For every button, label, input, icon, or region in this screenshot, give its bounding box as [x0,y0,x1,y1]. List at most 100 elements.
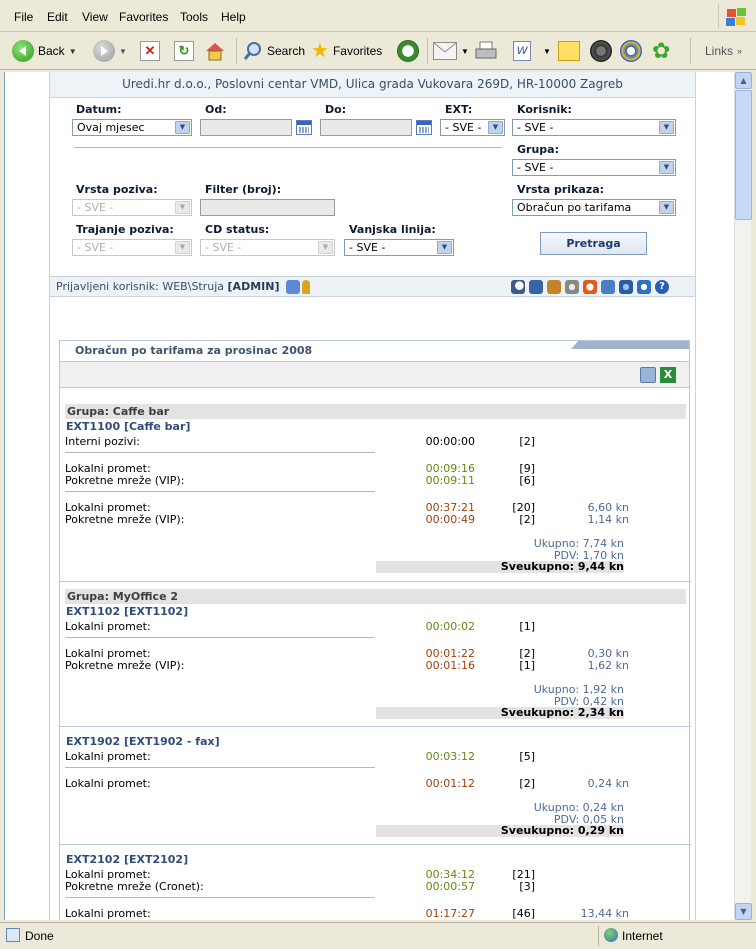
group-header: Grupa: MyOffice 2 [65,589,686,604]
gear-icon[interactable] [565,280,579,294]
datum-select[interactable]: Ovaj mjesec ▼ [72,119,192,136]
search-button[interactable]: Search [243,38,305,64]
chevron-down-icon: ▼ [175,201,190,214]
report-header: Obračun po tarifama za prosinac 2008 [60,341,689,362]
scroll-down-button[interactable]: ▼ [735,903,752,920]
company-header: Uredi.hr d.o.o., Poslovni centar VMD, Ul… [50,72,695,98]
grupa-select[interactable]: - SVE - ▼ [512,159,676,176]
scroll-up-button[interactable]: ▲ [735,72,752,89]
ext-divider [60,844,691,845]
clock-icon[interactable] [583,280,597,294]
calendar-icon[interactable] [296,120,312,135]
switch-user-icon[interactable] [286,280,300,294]
history-button[interactable] [397,38,419,64]
filter-broj-label: Filter (broj): [205,183,282,196]
do-date-input[interactable] [320,119,412,136]
back-label: Back [38,44,65,58]
korisnik-value: - SVE - [517,121,554,134]
home-button[interactable] [204,38,226,64]
help-icon[interactable]: ? [655,280,669,294]
datum-value: Ovaj mjesec [77,121,145,134]
vertical-scrollbar[interactable]: ▲ ▼ [734,72,752,920]
call-row: Lokalni promet: 00:01:12 [2] 0,24 kn [65,777,629,790]
trajanje-select[interactable]: - SVE - ▼ [72,239,192,256]
call-row: Interni pozivi: 00:00:00 [2] [65,435,535,448]
od-date-input[interactable] [200,119,292,136]
search-icon[interactable] [511,280,525,294]
search-icon [243,41,263,61]
mail-icon [433,42,457,60]
word-icon: W [513,41,531,61]
korisnik-select[interactable]: - SVE - ▼ [512,119,676,136]
chevron-down-icon: ▼ [461,46,469,56]
vanjska-linija-label: Vanjska linija: [349,223,436,236]
browser-toolbar: Back ▼ ▼ ✕ ↻ Search ★ Favorites ▼ W ▼ ✿ L… [0,32,756,70]
row-divider [65,637,375,638]
pretraga-button[interactable]: Pretraga [540,232,647,255]
chevron-down-icon: ▼ [488,121,503,134]
star-icon: ★ [311,40,329,62]
filter-broj-input[interactable] [200,199,335,216]
menu-tools[interactable]: Tools [180,10,208,24]
print-button[interactable] [475,38,497,64]
call-row: Lokalni promet: 00:00:02 [1] [65,620,535,633]
stop-button[interactable]: ✕ [140,38,160,64]
ext-select[interactable]: - SVE - ▼ [440,119,505,136]
call-row: Lokalni promet: 00:03:12 [5] [65,750,535,763]
vrsta-poziva-value: - SVE - [77,201,114,214]
vrsta-poziva-select[interactable]: - SVE - ▼ [72,199,192,216]
report-title: Obračun po tarifama za prosinac 2008 [75,344,313,357]
calendar-icon[interactable] [416,120,432,135]
messenger-button[interactable] [590,38,612,64]
zone-text: Internet [622,929,663,943]
internet-zone-icon [604,928,618,942]
row-divider [65,452,375,453]
users-icon[interactable] [547,280,561,294]
edit-button[interactable]: W ▼ [513,38,551,64]
book-icon[interactable] [529,280,543,294]
back-button[interactable]: Back ▼ [12,38,77,64]
chevron-down-icon: ▼ [659,201,674,214]
call-row: Pokretne mreže (VIP): 00:09:11 [6] [65,474,535,487]
refresh-button[interactable]: ↻ [174,38,194,64]
forward-button[interactable]: ▼ [93,38,127,64]
icq-button[interactable]: ✿ [652,38,670,64]
discuss-button[interactable] [558,38,580,64]
key-icon[interactable] [302,280,310,294]
windows-logo-icon [718,4,748,28]
menu-edit[interactable]: Edit [47,10,68,24]
menu-help[interactable]: Help [221,10,246,24]
page-done-icon [6,928,20,942]
vrsta-prikaza-select[interactable]: Obračun po tarifama ▼ [512,199,676,216]
call-row: Lokalni promet: 01:17:27 [46] 13,44 kn [65,907,629,920]
cd-status-select[interactable]: - SVE - ▼ [200,239,335,256]
disk-icon[interactable] [619,280,633,294]
chevron-down-icon: ▼ [318,241,333,254]
mail-button[interactable]: ▼ [433,38,469,64]
favorites-button[interactable]: ★ Favorites [311,38,382,64]
trajanje-value: - SVE - [77,241,114,254]
chevron-right-icon: » [737,46,743,56]
windows-icon[interactable] [601,280,615,294]
vanjska-linija-select[interactable]: - SVE - ▼ [344,239,454,256]
report-toolbar: X [60,362,689,388]
scroll-thumb[interactable] [735,90,752,220]
globe-icon[interactable] [637,280,651,294]
menu-file[interactable]: File [14,10,33,24]
menu-view[interactable]: View [82,10,108,24]
research-button[interactable] [620,38,642,64]
chevron-down-icon: ▼ [175,241,190,254]
chevron-down-icon: ▼ [659,121,674,134]
vrsta-poziva-label: Vrsta poziva: [76,183,158,196]
flower-icon: ✿ [652,38,671,63]
menu-favorites[interactable]: Favorites [119,10,168,24]
group-header: Grupa: Caffe bar [65,404,686,419]
links-button[interactable]: Links» [705,38,742,64]
ext-heading: EXT1102 [EXT1102] [66,605,189,618]
report-panel: Obračun po tarifama za prosinac 2008 X G… [59,340,691,920]
chevron-down-icon: ▼ [119,46,127,56]
ext-divider [60,726,691,727]
call-row: Pokretne mreže (Cronet): 00:00:57 [3] [65,880,535,893]
print-icon[interactable] [640,367,656,383]
excel-icon[interactable]: X [660,367,676,383]
